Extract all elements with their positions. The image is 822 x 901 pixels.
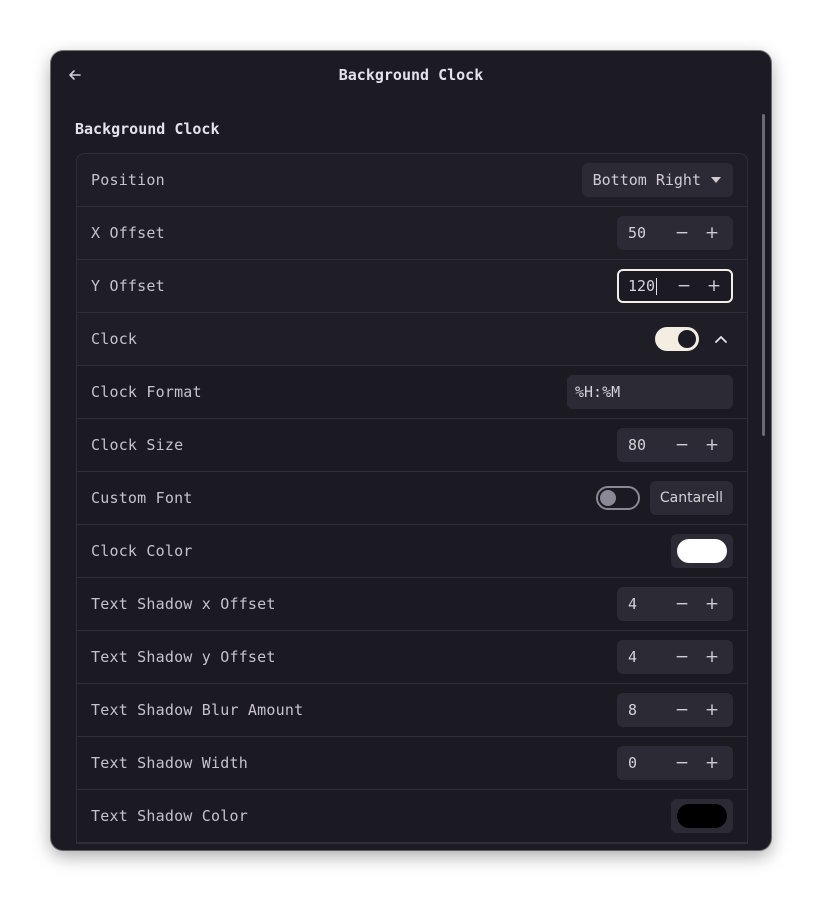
collapse-button[interactable]: [709, 327, 733, 351]
x-offset-value[interactable]: 50: [617, 224, 667, 242]
x-offset-row: X Offset 50 − +: [77, 207, 747, 260]
clock-controls: [655, 327, 733, 351]
arrow-left-icon: [69, 70, 81, 80]
clock-row: Clock: [77, 313, 747, 366]
shadow-x-value[interactable]: 4: [617, 595, 667, 613]
y-offset-field[interactable]: 120: [619, 277, 669, 295]
shadow-x-row: Text Shadow x Offset 4 − +: [77, 578, 747, 631]
clock-format-input[interactable]: %H:%M: [567, 375, 733, 409]
position-dropdown[interactable]: Bottom Right: [581, 163, 733, 197]
shadow-blur-label: Text Shadow Blur Amount: [91, 701, 304, 719]
shadow-blur-spinbutton[interactable]: 8 − +: [617, 693, 733, 727]
back-button[interactable]: [63, 63, 87, 87]
font-chooser-button[interactable]: Cantarell: [649, 481, 733, 515]
position-label: Position: [91, 171, 165, 189]
shadow-y-decrement-button[interactable]: −: [667, 642, 697, 672]
shadow-x-spinbutton[interactable]: 4 − +: [617, 587, 733, 621]
shadow-y-row: Text Shadow y Offset 4 − +: [77, 631, 747, 684]
clock-size-decrement-button[interactable]: −: [667, 430, 697, 460]
section-title: Background Clock: [75, 120, 220, 138]
scrollbar[interactable]: [762, 114, 765, 436]
clock-size-spinbutton[interactable]: 80 − +: [617, 428, 733, 462]
clock-color-swatch: [677, 539, 727, 563]
clock-size-row: Clock Size 80 − +: [77, 419, 747, 472]
shadow-color-label: Text Shadow Color: [91, 807, 248, 825]
clock-color-label: Clock Color: [91, 542, 193, 560]
clock-format-row: Clock Format %H:%M: [77, 366, 747, 419]
shadow-color-row: Text Shadow Color: [77, 790, 747, 843]
shadow-y-increment-button[interactable]: +: [697, 642, 727, 672]
shadow-y-label: Text Shadow y Offset: [91, 648, 276, 666]
custom-font-toggle[interactable]: [595, 486, 640, 510]
shadow-width-decrement-button[interactable]: −: [667, 748, 697, 778]
shadow-y-value[interactable]: 4: [617, 648, 667, 666]
clock-color-button[interactable]: [671, 534, 733, 568]
shadow-width-spinbutton[interactable]: 0 − +: [617, 746, 733, 780]
shadow-width-label: Text Shadow Width: [91, 754, 248, 772]
y-offset-value: 120: [628, 277, 656, 295]
position-value: Bottom Right: [592, 171, 701, 189]
position-row: Position Bottom Right: [77, 154, 747, 207]
settings-list: Position Bottom Right X Offset 50 − + Y …: [76, 153, 748, 844]
clock-size-value[interactable]: 80: [617, 436, 667, 454]
header-bar: Background Clock: [51, 51, 771, 99]
shadow-blur-decrement-button[interactable]: −: [667, 695, 697, 725]
window-title: Background Clock: [338, 66, 484, 84]
shadow-blur-increment-button[interactable]: +: [697, 695, 727, 725]
clock-size-increment-button[interactable]: +: [697, 430, 727, 460]
x-offset-increment-button[interactable]: +: [697, 218, 727, 248]
toggle-knob: [678, 330, 696, 348]
y-offset-label: Y Offset: [91, 277, 165, 295]
shadow-width-value[interactable]: 0: [617, 754, 667, 772]
dropdown-arrow-icon: [711, 177, 721, 183]
clock-color-row: Clock Color: [77, 525, 747, 578]
text-caret: [656, 278, 658, 295]
shadow-color-swatch: [677, 804, 727, 828]
shadow-x-label: Text Shadow x Offset: [91, 595, 276, 613]
preferences-window: Background Clock Background Clock Positi…: [51, 51, 771, 850]
shadow-blur-value[interactable]: 8: [617, 701, 667, 719]
clock-size-label: Clock Size: [91, 436, 184, 454]
shadow-blur-row: Text Shadow Blur Amount 8 − +: [77, 684, 747, 737]
y-offset-decrement-button[interactable]: −: [669, 271, 699, 301]
x-offset-label: X Offset: [91, 224, 165, 242]
custom-font-row: Custom Font Cantarell: [77, 472, 747, 525]
custom-font-label: Custom Font: [91, 489, 193, 507]
shadow-width-row: Text Shadow Width 0 − +: [77, 737, 747, 790]
shadow-y-spinbutton[interactable]: 4 − +: [617, 640, 733, 674]
x-offset-spinbutton[interactable]: 50 − +: [617, 216, 733, 250]
clock-format-label: Clock Format: [91, 383, 202, 401]
shadow-x-increment-button[interactable]: +: [697, 589, 727, 619]
shadow-color-button[interactable]: [671, 799, 733, 833]
x-offset-decrement-button[interactable]: −: [667, 218, 697, 248]
shadow-x-decrement-button[interactable]: −: [667, 589, 697, 619]
custom-font-controls: Cantarell: [595, 481, 733, 515]
y-offset-increment-button[interactable]: +: [699, 271, 729, 301]
chevron-up-icon: [715, 336, 727, 343]
clock-label: Clock: [91, 330, 138, 348]
clock-toggle[interactable]: [655, 327, 699, 351]
shadow-width-increment-button[interactable]: +: [697, 748, 727, 778]
toggle-knob: [599, 490, 616, 506]
y-offset-spinbutton[interactable]: 120 − +: [617, 269, 733, 303]
y-offset-row: Y Offset 120 − +: [77, 260, 747, 313]
